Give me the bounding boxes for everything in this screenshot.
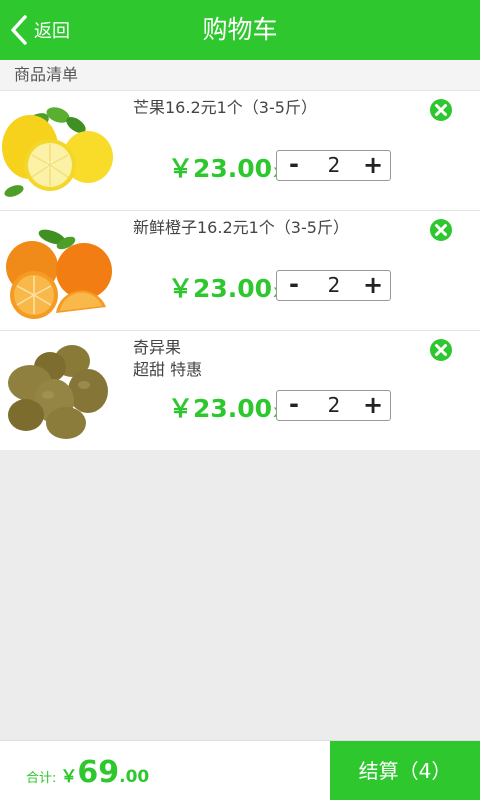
decrease-button[interactable]: - — [281, 271, 307, 300]
item-name: 奇异果 超甜 特惠 — [133, 337, 413, 381]
quantity-stepper: - 2 + — [276, 150, 391, 181]
top-bar: 返回 购物车 — [0, 0, 480, 60]
chevron-left-icon — [11, 15, 27, 45]
bottom-bar: 合计: ￥ 69 .00 结算（4） — [0, 740, 480, 800]
item-subtitle: 超甜 特惠 — [133, 360, 203, 379]
total-decimal: .00 — [119, 767, 150, 787]
item-name: 芒果16.2元1个（3-5斤） — [133, 98, 317, 117]
quantity-value[interactable]: 2 — [317, 391, 351, 420]
quantity-value[interactable]: 2 — [317, 271, 351, 300]
kiwis-image — [8, 345, 108, 439]
item-name: 新鲜橙子16.2元1个（3-5斤） — [133, 218, 349, 237]
cart-item: 奇异果 超甜 特惠 ￥23.00x - 2 + — [0, 330, 480, 450]
price-value: ￥23.00 — [168, 154, 273, 183]
back-button[interactable]: 返回 — [8, 12, 70, 48]
page-title: 购物车 — [202, 15, 278, 44]
total-label: 合计: — [26, 771, 57, 786]
price-value: ￥23.00 — [168, 394, 273, 423]
item-price: ￥23.00x — [168, 389, 283, 425]
price-value: ￥23.00 — [168, 274, 273, 303]
item-title: 奇异果 — [133, 338, 182, 357]
lemons-image — [2, 107, 113, 197]
item-price: ￥23.00x — [168, 269, 283, 305]
total-amount: 合计: ￥ 69 .00 — [26, 755, 149, 790]
section-label: 商品清单 — [0, 60, 480, 90]
quantity-value[interactable]: 2 — [317, 151, 351, 180]
decrease-button[interactable]: - — [281, 391, 307, 420]
decrease-button[interactable]: - — [281, 151, 307, 180]
back-label: 返回 — [34, 21, 70, 42]
remove-icon[interactable] — [429, 338, 453, 362]
increase-button[interactable]: + — [360, 391, 386, 420]
oranges-image — [6, 229, 112, 319]
increase-button[interactable]: + — [360, 271, 386, 300]
cart-item: 芒果16.2元1个（3-5斤） ￥23.00x - 2 + — [0, 90, 480, 210]
quantity-stepper: - 2 + — [276, 390, 391, 421]
remove-icon[interactable] — [429, 98, 453, 122]
increase-button[interactable]: + — [360, 151, 386, 180]
quantity-stepper: - 2 + — [276, 270, 391, 301]
checkout-button[interactable]: 结算（4） — [330, 741, 480, 800]
cart-item: 新鲜橙子16.2元1个（3-5斤） ￥23.00x - 2 + — [0, 210, 480, 330]
remove-icon[interactable] — [429, 218, 453, 242]
total-integer: 69 — [77, 755, 120, 790]
cart-list: 芒果16.2元1个（3-5斤） ￥23.00x - 2 + — [0, 90, 480, 450]
item-price: ￥23.00x — [168, 149, 283, 185]
total-currency: ￥ — [60, 767, 78, 787]
